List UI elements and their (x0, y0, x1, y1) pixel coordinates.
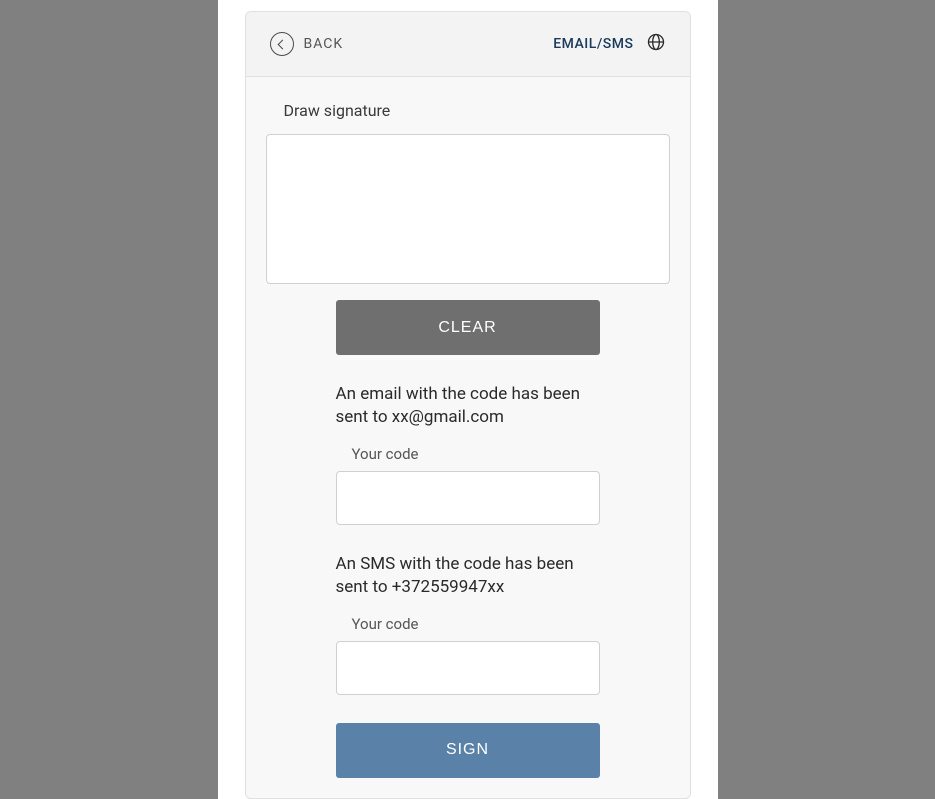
card-header: BACK EMAIL/SMS (246, 12, 690, 77)
email-code-label: Your code (352, 445, 600, 463)
sms-code-input[interactable] (336, 641, 600, 695)
back-button[interactable]: BACK (270, 32, 344, 56)
form-column: CLEAR An email with the code has been se… (336, 300, 600, 778)
method-tab-email-sms[interactable]: EMAIL/SMS (553, 36, 633, 52)
back-arrow-icon (270, 32, 294, 56)
card-body: Draw signature CLEAR An email with the c… (246, 77, 690, 798)
email-code-input[interactable] (336, 471, 600, 525)
clear-button[interactable]: CLEAR (336, 300, 600, 355)
header-right: EMAIL/SMS (553, 32, 665, 56)
signature-pad[interactable] (266, 134, 670, 284)
signature-card: BACK EMAIL/SMS Draw signature CLEAR An e… (245, 11, 691, 799)
sms-info-text: An SMS with the code has been sent to +3… (336, 553, 600, 599)
back-label: BACK (304, 36, 344, 52)
email-info-text: An email with the code has been sent to … (336, 383, 600, 429)
globe-icon[interactable] (646, 32, 666, 56)
sms-code-label: Your code (352, 615, 600, 633)
page-wrapper: BACK EMAIL/SMS Draw signature CLEAR An e… (218, 0, 718, 799)
signature-label: Draw signature (284, 101, 670, 120)
